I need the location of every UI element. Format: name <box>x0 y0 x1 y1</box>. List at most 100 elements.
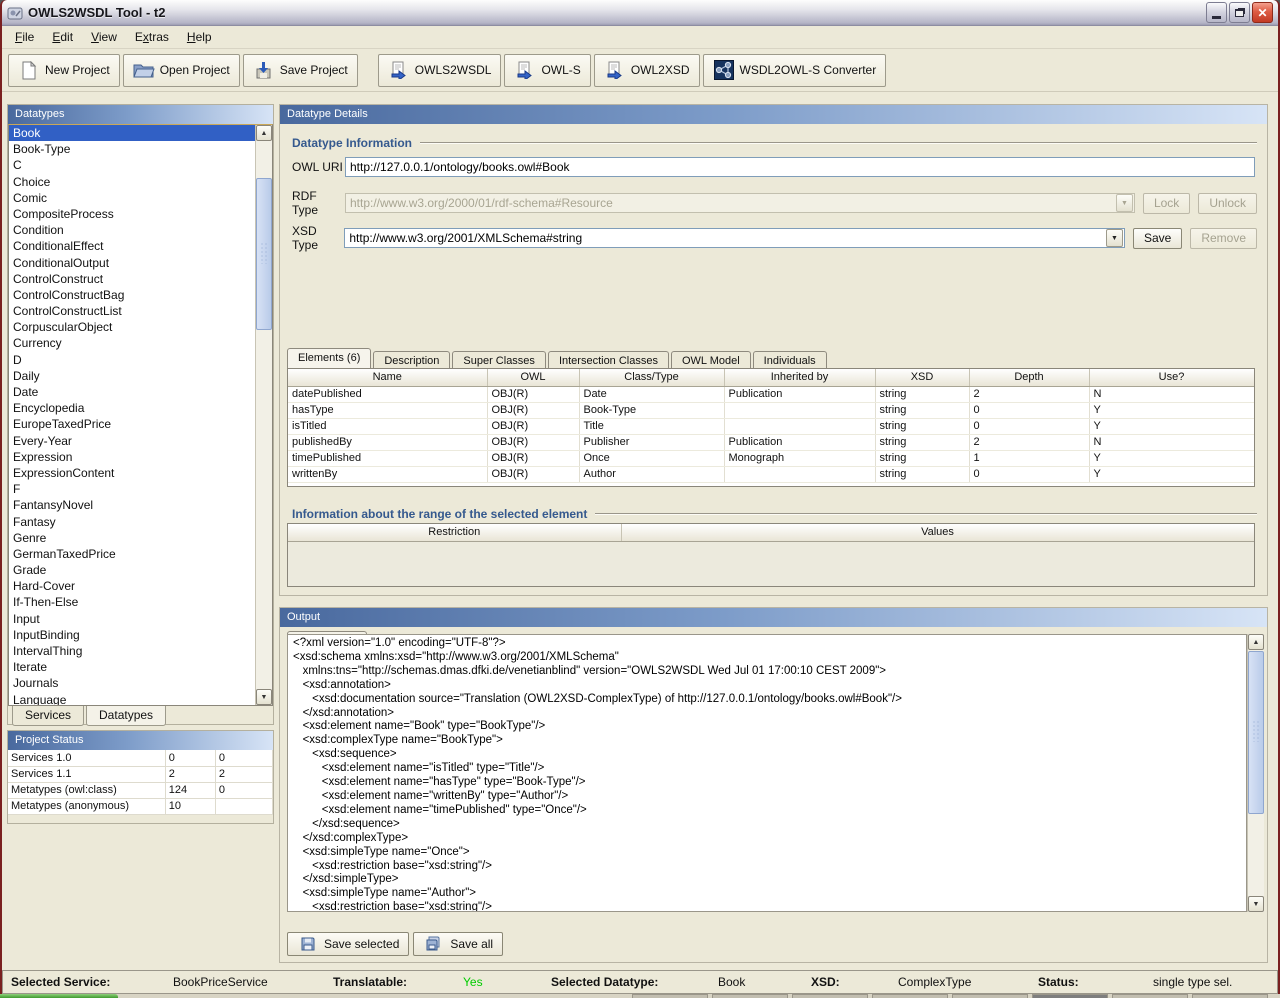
list-item-controlconstruct[interactable]: ControlConstruct <box>9 271 255 287</box>
list-item-corpuscularobject[interactable]: CorpuscularObject <box>9 319 255 335</box>
tab-description[interactable]: Description <box>373 351 450 368</box>
scroll-up-icon[interactable]: ▲ <box>256 125 272 141</box>
taskbar-window-button[interactable] <box>792 994 868 998</box>
list-item-every-year[interactable]: Every-Year <box>9 433 255 449</box>
start-button[interactable] <box>0 994 118 998</box>
list-item-c[interactable]: C <box>9 157 255 173</box>
column-header-class-type[interactable]: Class/Type <box>579 369 724 386</box>
tab-datatypes[interactable]: Datatypes <box>86 706 166 726</box>
tab-super-classes[interactable]: Super Classes <box>452 351 546 368</box>
menu-help[interactable]: Help <box>178 27 221 47</box>
list-item-genre[interactable]: Genre <box>9 530 255 546</box>
list-item-conditionaloutput[interactable]: ConditionalOutput <box>9 255 255 271</box>
column-header-use[interactable]: Use? <box>1089 369 1254 386</box>
menu-view[interactable]: View <box>82 27 126 47</box>
list-item-fantasy[interactable]: Fantasy <box>9 514 255 530</box>
tab-intersection-classes[interactable]: Intersection Classes <box>548 351 669 368</box>
column-header-name[interactable]: Name <box>288 369 487 386</box>
table-row[interactable]: datePublishedOBJ(R)DatePublicationstring… <box>288 386 1254 402</box>
toolbar-owl2xsd[interactable]: OWL2XSD <box>594 54 700 87</box>
title-bar[interactable]: OWLS2WSDL Tool - t2 ✕ <box>2 0 1278 26</box>
list-item-hard-cover[interactable]: Hard-Cover <box>9 578 255 594</box>
unlock-button[interactable]: Unlock <box>1198 193 1257 214</box>
list-item-book-type[interactable]: Book-Type <box>9 141 255 157</box>
list-item-if-then-else[interactable]: If-Then-Else <box>9 594 255 610</box>
remove-button[interactable]: Remove <box>1190 228 1257 249</box>
tab-individuals[interactable]: Individuals <box>753 351 827 368</box>
list-item-inputbinding[interactable]: InputBinding <box>9 627 255 643</box>
list-item-currency[interactable]: Currency <box>9 335 255 351</box>
xsd-type-combobox[interactable]: http://www.w3.org/2001/XMLSchema#string … <box>344 228 1125 248</box>
scroll-down-icon[interactable]: ▼ <box>256 689 272 705</box>
restore-button[interactable] <box>1229 2 1250 23</box>
list-item-germantaxedprice[interactable]: GermanTaxedPrice <box>9 546 255 562</box>
menu-edit[interactable]: Edit <box>43 27 82 47</box>
scroll-down-icon[interactable]: ▼ <box>1248 896 1264 912</box>
list-item-condition[interactable]: Condition <box>9 222 255 238</box>
list-item-daily[interactable]: Daily <box>9 368 255 384</box>
menu-extras[interactable]: Extras <box>126 27 178 47</box>
list-item-conditionaleffect[interactable]: ConditionalEffect <box>9 238 255 254</box>
toolbar-wsdl2owl-s-converter[interactable]: WSDL2OWL-S Converter <box>703 54 887 87</box>
column-header-inherited-by[interactable]: Inherited by <box>724 369 875 386</box>
list-item-date[interactable]: Date <box>9 384 255 400</box>
list-item-expressioncontent[interactable]: ExpressionContent <box>9 465 255 481</box>
taskbar-window-button-active[interactable] <box>1032 994 1108 998</box>
taskbar-window-button[interactable] <box>1192 994 1268 998</box>
menu-file[interactable]: File <box>6 27 43 47</box>
scrollbar-thumb[interactable] <box>256 178 272 330</box>
column-header-owl[interactable]: OWL <box>487 369 579 386</box>
table-row[interactable]: writtenByOBJ(R)Authorstring0Y <box>288 466 1254 482</box>
list-item-journals[interactable]: Journals <box>9 675 255 691</box>
list-item-f[interactable]: F <box>9 481 255 497</box>
toolbar-owls2wsdl[interactable]: OWLS2WSDL <box>378 54 502 87</box>
xml-output[interactable]: <?xml version="1.0" encoding="UTF-8"?> <… <box>287 634 1247 912</box>
table-row[interactable]: isTitledOBJ(R)Titlestring0Y <box>288 418 1254 434</box>
minimize-button[interactable] <box>1206 2 1227 23</box>
save-all-button[interactable]: Save all <box>413 932 503 956</box>
list-item-controlconstructlist[interactable]: ControlConstructList <box>9 303 255 319</box>
table-row[interactable]: timePublishedOBJ(R)OnceMonographstring1Y <box>288 450 1254 466</box>
scrollbar-thumb[interactable] <box>1248 651 1264 814</box>
list-item-controlconstructbag[interactable]: ControlConstructBag <box>9 287 255 303</box>
column-header-restriction[interactable]: Restriction <box>288 524 621 541</box>
toolbar-open-project[interactable]: Open Project <box>123 54 240 87</box>
save-button[interactable]: Save <box>1133 228 1182 249</box>
output-scrollbar[interactable]: ▲ ▼ <box>1247 634 1264 912</box>
list-item-comic[interactable]: Comic <box>9 190 255 206</box>
datatypes-scrollbar[interactable]: ▲ ▼ <box>255 125 272 705</box>
list-item-language[interactable]: Language <box>9 692 255 705</box>
column-header-xsd[interactable]: XSD <box>875 369 969 386</box>
list-item-book[interactable]: Book <box>9 125 255 141</box>
tab-elements-6[interactable]: Elements (6) <box>287 348 371 368</box>
rdf-type-combobox[interactable]: http://www.w3.org/2000/01/rdf-schema#Res… <box>345 193 1135 213</box>
table-row[interactable]: publishedByOBJ(R)PublisherPublicationstr… <box>288 434 1254 450</box>
toolbar-owl-s[interactable]: OWL-S <box>504 54 590 87</box>
save-selected-button[interactable]: Save selected <box>287 932 409 956</box>
chevron-down-icon[interactable]: ▼ <box>1106 229 1123 247</box>
list-item-europetaxedprice[interactable]: EuropeTaxedPrice <box>9 416 255 432</box>
chevron-down-icon[interactable]: ▼ <box>1116 194 1133 212</box>
scroll-up-icon[interactable]: ▲ <box>1248 634 1264 650</box>
list-item-input[interactable]: Input <box>9 611 255 627</box>
tab-services[interactable]: Services <box>12 706 84 726</box>
close-button[interactable]: ✕ <box>1252 2 1273 23</box>
lock-button[interactable]: Lock <box>1143 193 1190 214</box>
toolbar-new-project[interactable]: New Project <box>8 54 120 87</box>
column-header-depth[interactable]: Depth <box>969 369 1089 386</box>
list-item-d[interactable]: D <box>9 352 255 368</box>
taskbar-window-button[interactable] <box>712 994 788 998</box>
taskbar-window-button[interactable] <box>952 994 1028 998</box>
list-item-fantansynovel[interactable]: FantansyNovel <box>9 497 255 513</box>
list-item-compositeprocess[interactable]: CompositeProcess <box>9 206 255 222</box>
owl-uri-input[interactable] <box>345 157 1255 177</box>
tab-owl-model[interactable]: OWL Model <box>671 351 751 368</box>
taskbar-window-button[interactable] <box>632 994 708 998</box>
taskbar-window-button[interactable] <box>1112 994 1188 998</box>
list-item-intervalthing[interactable]: IntervalThing <box>9 643 255 659</box>
list-item-choice[interactable]: Choice <box>9 174 255 190</box>
table-row[interactable]: hasTypeOBJ(R)Book-Typestring0Y <box>288 402 1254 418</box>
list-item-expression[interactable]: Expression <box>9 449 255 465</box>
toolbar-save-project[interactable]: Save Project <box>243 54 358 87</box>
list-item-grade[interactable]: Grade <box>9 562 255 578</box>
